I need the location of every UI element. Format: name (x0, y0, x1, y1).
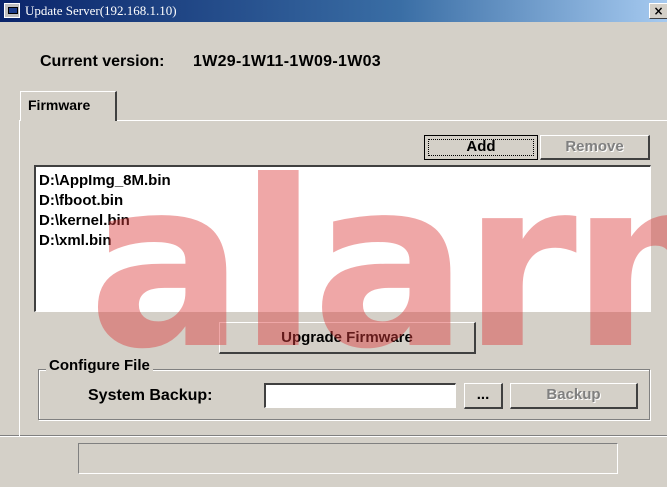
current-version-label: Current version: (40, 53, 165, 70)
status-bar (78, 443, 618, 474)
window-title: Update Server(192.168.1.10) (25, 3, 177, 18)
firmware-file-list[interactable]: D:\AppImg_8M.bin D:\fboot.bin D:\kernel.… (34, 165, 651, 312)
list-item[interactable]: D:\xml.bin (39, 231, 650, 251)
current-version-value: 1W29-1W11-1W09-1W03 (193, 53, 381, 70)
list-item[interactable]: D:\kernel.bin (39, 211, 650, 231)
title-bar: Update Server(192.168.1.10) × (0, 0, 667, 22)
configure-file-label: Configure File (46, 357, 153, 374)
upgrade-firmware-button[interactable]: Upgrade Firmware (219, 322, 476, 354)
list-item[interactable]: D:\fboot.bin (39, 191, 650, 211)
tab-firmware[interactable]: Firmware (20, 91, 117, 121)
close-button[interactable]: × (649, 3, 667, 19)
app-icon (4, 3, 20, 18)
list-item[interactable]: D:\AppImg_8M.bin (39, 171, 650, 191)
